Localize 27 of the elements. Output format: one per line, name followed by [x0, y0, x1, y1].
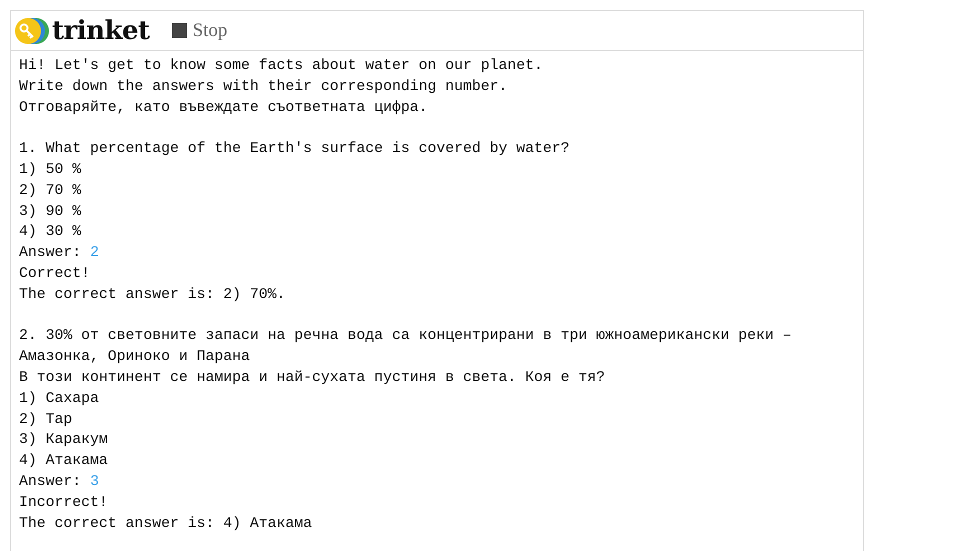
console-line: 4) 30 %: [19, 223, 82, 242]
console-line: The correct answer is: 2) 70%.: [19, 286, 286, 305]
stop-button[interactable]: Stop: [172, 20, 228, 42]
console-line: 1) 50 %: [19, 160, 82, 180]
console-line: Отговаряйте, като въвеждате съответната цифра.: [19, 98, 428, 118]
console-line: Hi! Let's get to know some facts about water on our planet.: [19, 57, 544, 76]
console-line: The correct answer is: 4) Атакама: [19, 514, 314, 534]
typed-answer-text: 3: [90, 474, 99, 490]
logo-text: trinket: [52, 16, 150, 46]
console-line: 1) Сахара: [19, 390, 100, 409]
logo-icon: [14, 16, 50, 44]
console-line: 2. 30% от световните запаси на речна вода са концентрирани в три южноамерикански реки –: [19, 327, 793, 346]
console-line: 2) 70 %: [19, 182, 82, 201]
console-line: 3) Каракум: [19, 431, 109, 450]
answer-prompt: Answer:: [19, 474, 82, 490]
typed-answer-text: 2: [90, 245, 99, 262]
answer-prompt: Answer:: [19, 245, 82, 262]
console-line: 1. What percentage of the Earth's surface is covered by water?: [19, 140, 571, 160]
console-line: В този континент се намира и най-сухата пустиня в света. Коя е тя?: [19, 368, 606, 388]
console-line: Correct!: [19, 264, 92, 284]
console-line: 2) Тар: [19, 410, 74, 430]
console-line: 3) 90 %: [19, 202, 82, 222]
console-line: Write down the answers with their corresponding number.: [19, 78, 508, 97]
console-line: Амазонка, Ориноко и Парана: [19, 348, 251, 368]
console-line: Incorrect!: [19, 494, 109, 513]
stop-icon: [172, 23, 187, 38]
console-line: 4) Атакама: [19, 452, 109, 472]
